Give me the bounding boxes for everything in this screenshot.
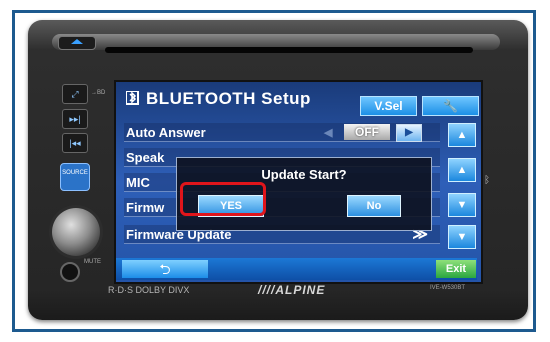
no-button[interactable]: No — [347, 195, 401, 217]
page-down-button[interactable]: ▼ — [448, 193, 476, 217]
left-arrow-icon: ◀ — [324, 127, 333, 139]
settings-tool-button[interactable]: 🔧 — [422, 96, 479, 116]
vsel-button[interactable]: V.Sel — [360, 96, 417, 116]
prev-track-button[interactable]: |◂◂ — [62, 133, 88, 153]
exit-button[interactable]: Exit — [436, 260, 476, 278]
volume-knob[interactable] — [52, 208, 100, 256]
mute-button[interactable] — [60, 262, 80, 282]
bottom-bar: ⮌ Exit — [116, 258, 477, 280]
row-label: Auto Answer — [126, 125, 206, 140]
page-up-button[interactable]: ▲ — [448, 158, 476, 182]
mute-label: MUTE — [84, 259, 101, 265]
back-arrow-icon: ⮌ — [159, 261, 171, 277]
phone-button[interactable]: ⤢ — [62, 84, 88, 104]
bluetooth-indicator-icon: ᛒ — [484, 175, 490, 186]
row-auto-answer[interactable]: Auto Answer ◀ OFF ▶ — [124, 123, 440, 142]
back-button[interactable]: ⮌ — [122, 260, 208, 278]
touch-screen: BLUETOOTH Setup V.Sel 🔧 Auto Answer ◀ OF… — [114, 80, 483, 284]
source-button[interactable]: SOURCE — [60, 163, 90, 191]
brand-logo: ////ALPINE — [258, 283, 326, 297]
right-arrow-button[interactable]: ▶ — [396, 124, 422, 142]
next-track-button[interactable]: ▸▸| — [62, 109, 88, 129]
format-logos: R·D·S DOLBY DIVX — [108, 285, 190, 295]
disc-slot — [105, 47, 473, 53]
auto-answer-value[interactable]: OFF — [344, 124, 390, 140]
row-label: Speak — [126, 150, 165, 165]
row-label: Firmw — [126, 200, 165, 215]
bluetooth-setup-icon — [126, 91, 139, 105]
wrench-icon: 🔧 — [443, 99, 458, 113]
scroll-down-button[interactable]: ▼ — [448, 225, 476, 249]
model-number: IVE-W530BT — [430, 285, 466, 291]
dialog-title: Update Start? — [261, 167, 347, 182]
yes-highlight-box — [180, 182, 266, 216]
scroll-up-button[interactable]: ▲ — [448, 123, 476, 147]
hw-side-label: →BD — [91, 90, 106, 96]
page-title: BLUETOOTH Setup — [146, 89, 311, 108]
row-label: MIC — [126, 175, 150, 190]
eject-button[interactable] — [58, 36, 96, 50]
